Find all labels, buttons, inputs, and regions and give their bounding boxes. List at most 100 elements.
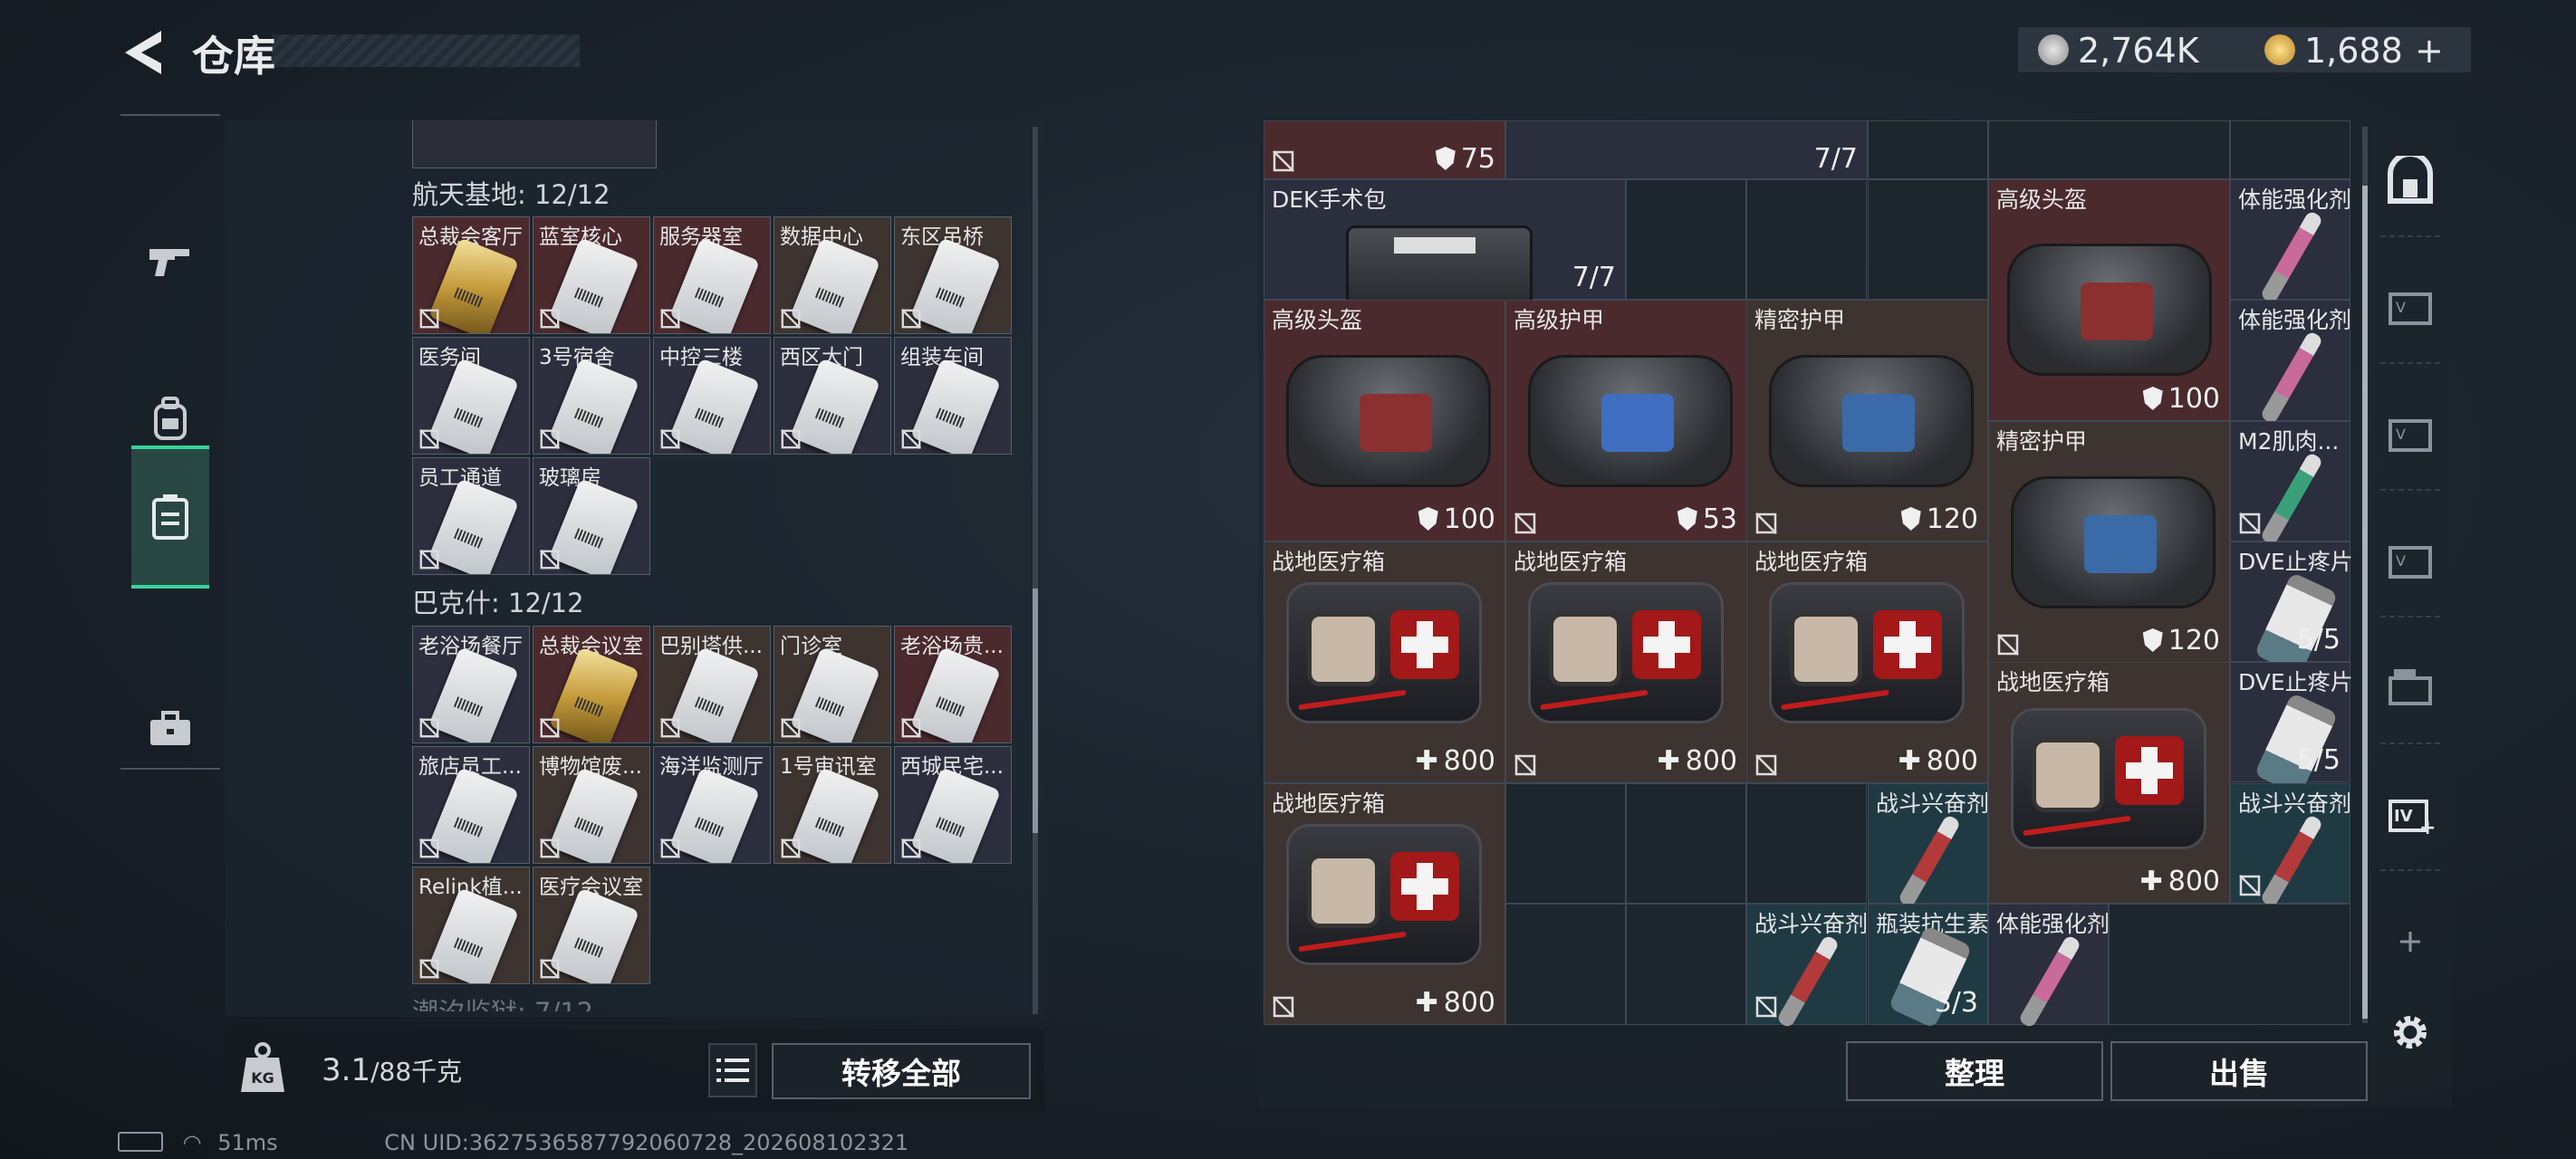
empty-slot[interactable] <box>2230 120 2350 179</box>
inventory-item-combat-stim-2[interactable]: 战斗兴奋剂 <box>2230 783 2351 909</box>
no-sell-icon <box>901 309 921 329</box>
right-scroll-thumb[interactable] <box>2362 186 2368 1019</box>
rail-container-4[interactable] <box>2380 634 2440 744</box>
key-card-slot[interactable]: 老浴场餐厅 <box>412 626 530 743</box>
key-card-slot[interactable]: 玻璃房 <box>533 457 650 575</box>
settings-button[interactable] <box>2380 978 2440 1087</box>
inventory-item-field-medkit[interactable]: 战地医疗箱 ✚ 800 <box>1505 541 1747 783</box>
empty-slot[interactable] <box>1626 904 1746 1025</box>
key-card-slot[interactable]: 旅店员工... <box>412 746 530 864</box>
back-button[interactable] <box>118 25 168 80</box>
no-sell-icon <box>901 718 921 738</box>
key-card-slot[interactable]: 数据中心 <box>774 216 891 334</box>
key-card-image <box>548 358 640 454</box>
key-card-slot[interactable]: 总裁会客厅 <box>412 216 530 334</box>
inventory-item-partial-1[interactable]: 75 <box>1264 120 1505 179</box>
rail-container-3[interactable]: V <box>2380 507 2440 618</box>
empty-slot[interactable] <box>1746 783 1867 904</box>
rail-container-5[interactable]: IV + <box>2380 761 2440 871</box>
key-card-image <box>789 358 881 454</box>
key-card-slot[interactable]: 海洋监测厅 <box>653 746 771 864</box>
key-card-slot[interactable]: 医疗会议室 <box>533 867 650 984</box>
key-card-slot[interactable]: 员工通道 <box>412 457 530 575</box>
key-card-slot[interactable]: 组装车间 <box>894 337 1012 455</box>
rail-container-1[interactable]: V <box>2380 254 2440 364</box>
empty-slot[interactable] <box>1868 120 1988 179</box>
header: 仓库 2,764K 1,688 + <box>0 0 2576 104</box>
key-card-slot[interactable]: 巴别塔供... <box>653 626 771 743</box>
tab-briefcase[interactable] <box>131 679 209 779</box>
empty-slot[interactable] <box>1988 120 2230 179</box>
rail-safe-box[interactable] <box>2380 127 2440 237</box>
key-card-slot[interactable]: Relink植... <box>412 867 530 984</box>
empty-slot[interactable] <box>2109 904 2350 1025</box>
key-card-slot[interactable]: 西区大门 <box>774 337 891 455</box>
inventory-item-field-medkit[interactable]: 战地医疗箱 ✚ 800 <box>1264 541 1505 783</box>
durability-icon <box>1900 507 1921 531</box>
syringe-image <box>1897 813 1962 909</box>
key-card-slot[interactable]: 1号审讯室 <box>774 746 891 864</box>
sort-button[interactable]: 整理 <box>1846 1041 2103 1101</box>
key-card-slot[interactable]: 蓝室核心 <box>533 216 650 334</box>
key-card-slot[interactable]: 博物馆废... <box>533 746 650 864</box>
item-value: 7/7 <box>1572 262 1616 293</box>
key-card-slot[interactable]: 门诊室 <box>774 626 891 743</box>
inventory-item-m2-muscle[interactable]: M2肌肉... <box>2230 421 2350 547</box>
key-card-slot[interactable]: 服务器室 <box>653 216 771 334</box>
tab-storage[interactable] <box>131 445 209 589</box>
inventory-item-precision-armor[interactable]: 精密护甲 120 <box>1746 300 1988 541</box>
key-card-slot[interactable]: 中控三楼 <box>653 337 771 455</box>
no-sell-icon <box>419 718 439 738</box>
empty-slot[interactable] <box>1505 904 1626 1025</box>
inventory-item-field-medkit[interactable]: 战地医疗箱 ✚ 800 <box>1988 662 2230 904</box>
inventory-item-stamina-stim-1[interactable]: 体能强化剂 <box>2230 179 2351 305</box>
left-scrollbar[interactable] <box>1033 127 1038 1014</box>
inventory-item-field-medkit[interactable]: 战地医疗箱 ✚ 800 <box>1746 541 1988 783</box>
inventory-item-stamina-stim-3[interactable]: 体能强化剂 <box>1988 904 2110 1030</box>
section-title-aerospace: 航天基地: 12/12 <box>412 179 610 210</box>
durability-icon <box>2142 387 2163 410</box>
key-card-slot[interactable]: 西城民宅... <box>894 746 1012 864</box>
inventory-item-antibiotic[interactable]: 瓶装抗生素 3/3 <box>1868 904 1989 1030</box>
item-value: 53 <box>1702 503 1737 535</box>
medkit-image <box>2011 708 2206 849</box>
storage-icon <box>152 494 188 540</box>
no-sell-icon <box>1755 996 1777 1018</box>
left-scroll-thumb[interactable] <box>1033 589 1038 833</box>
key-card-slot[interactable]: 老浴场贵... <box>894 626 1012 743</box>
add-bond-button[interactable]: + <box>2415 31 2444 71</box>
inventory-item-advanced-helmet[interactable]: 高级头盔 100 <box>1264 300 1505 541</box>
inventory-item-field-medkit[interactable]: 战地医疗箱 ✚ 800 <box>1264 783 1505 1025</box>
empty-slot[interactable] <box>1868 179 1988 300</box>
inventory-item-dve-painkiller-2[interactable]: DVE止疼片 5/5 <box>2230 662 2353 797</box>
key-card-image <box>668 767 761 863</box>
inventory-item-partial-2[interactable]: 7/7 <box>1505 120 1868 179</box>
inventory-item-advanced-helmet[interactable]: 高级头盔 100 <box>1988 179 2230 421</box>
item-label: 战斗兴奋剂 <box>1754 911 1869 937</box>
inventory-item-combat-stim-1[interactable]: 战斗兴奋剂 <box>1868 783 1989 909</box>
key-card-slot[interactable]: 3号宿舍 <box>533 337 650 455</box>
empty-slot[interactable] <box>1626 179 1746 300</box>
empty-slot[interactable] <box>1505 783 1626 904</box>
rail-container-2[interactable]: V <box>2380 380 2440 491</box>
transfer-all-button[interactable]: 转移全部 <box>772 1043 1031 1099</box>
tab-weapons[interactable] <box>131 212 209 311</box>
inventory-item-precision-armor-2[interactable]: 精密护甲 120 <box>1988 421 2230 663</box>
no-sell-icon <box>781 309 801 329</box>
inventory-item-dek-surgery-kit[interactable]: DEK手术包 7/7 <box>1264 179 1626 318</box>
key-card-slot[interactable]: 医务间 <box>412 337 530 455</box>
inventory-item-advanced-armor[interactable]: 高级护甲 53 <box>1505 300 1747 541</box>
inventory-item-dve-painkiller-1[interactable]: DVE止疼片 5/5 <box>2230 541 2353 676</box>
key-card-slot[interactable]: 总裁会议室 <box>533 626 650 743</box>
syringe-image <box>2259 209 2324 305</box>
key-card-slot[interactable]: 东区吊桥 <box>894 216 1012 334</box>
helmet-bag-image <box>2007 244 2212 376</box>
inventory-item-combat-stim-3[interactable]: 战斗兴奋剂 <box>1746 904 1869 1030</box>
item-label: DVE止疼片 <box>2238 549 2353 575</box>
briefcase-icon <box>150 711 190 745</box>
inventory-item-stamina-stim-2[interactable]: 体能强化剂 <box>2230 300 2351 426</box>
empty-slot[interactable] <box>1746 179 1867 300</box>
sell-button[interactable]: 出售 <box>2110 1041 2368 1101</box>
list-view-button[interactable] <box>708 1043 757 1097</box>
empty-slot[interactable] <box>1626 783 1746 904</box>
